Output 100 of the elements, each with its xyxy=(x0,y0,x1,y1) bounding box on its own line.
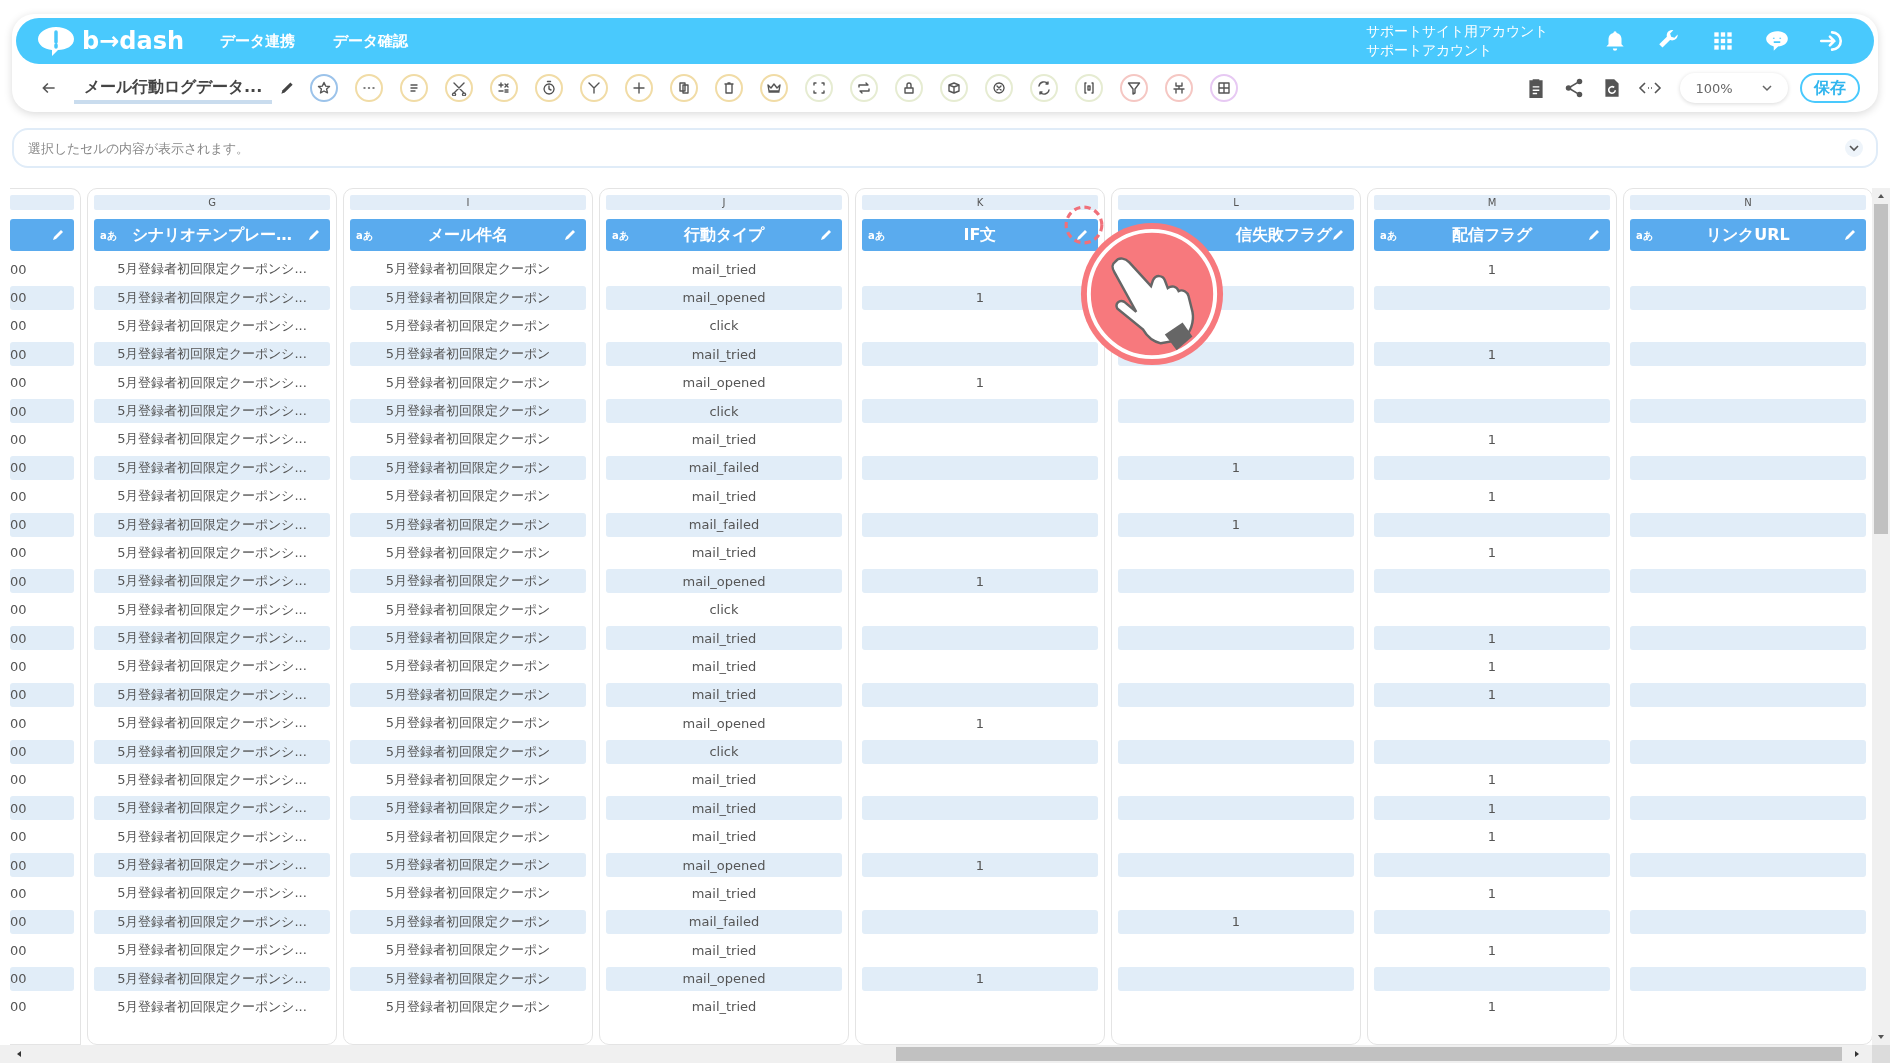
table-cell[interactable]: 00 xyxy=(10,460,27,476)
table-cell[interactable]: 5月登録者初回限定クーポンシ... xyxy=(117,657,307,676)
table-cell[interactable]: mail_tried xyxy=(691,658,757,674)
table-cell[interactable]: click xyxy=(709,403,739,419)
table-cell[interactable]: 00 xyxy=(10,630,27,646)
table-cell[interactable]: 1 xyxy=(1487,942,1497,958)
table-cell[interactable]: 00 xyxy=(10,687,27,703)
table-cell[interactable]: mail_tried xyxy=(691,630,757,646)
table-cell[interactable]: 1 xyxy=(1487,999,1497,1015)
table-cell[interactable]: 00 xyxy=(10,885,27,901)
plus-minus-icon[interactable] xyxy=(490,74,519,102)
table-cell[interactable]: 00 xyxy=(10,971,27,987)
table-cell[interactable]: click xyxy=(709,744,739,760)
table-cell[interactable]: 00 xyxy=(10,403,27,419)
table-cell[interactable]: 00 xyxy=(10,772,27,788)
timer-icon[interactable] xyxy=(535,74,564,102)
scroll-thumb[interactable] xyxy=(896,1047,1842,1061)
table-cell[interactable]: 1 xyxy=(1487,630,1497,646)
table-cell[interactable]: mail_failed xyxy=(688,460,760,476)
table-cell[interactable]: 1 xyxy=(1231,517,1241,533)
table-cell[interactable]: 5月登録者初回限定クーポンシ... xyxy=(117,600,307,619)
crown-icon[interactable] xyxy=(760,74,789,102)
table-cell[interactable]: 1 xyxy=(975,573,985,589)
plus-icon[interactable] xyxy=(625,74,654,102)
table-cell[interactable]: 1 xyxy=(1487,658,1497,674)
document-title[interactable]: メール行動ログデータ... xyxy=(74,76,273,104)
table-cell[interactable]: 00 xyxy=(10,261,27,277)
table-cell[interactable]: 00 xyxy=(10,602,27,618)
table-cell[interactable]: 1 xyxy=(975,715,985,731)
table-cell[interactable]: 1 xyxy=(1231,460,1241,476)
table-cell[interactable]: 1 xyxy=(1487,800,1497,816)
copy-icon[interactable] xyxy=(670,74,699,102)
table-cell[interactable]: 5月登録者初回限定クーポンシ... xyxy=(117,770,307,789)
table-cell[interactable]: 5月登録者初回限定クーポンシ... xyxy=(117,714,307,733)
lock-icon[interactable] xyxy=(895,74,924,102)
grid-icon[interactable] xyxy=(1210,74,1239,102)
table-cell[interactable]: 5月登録者初回限定クーポン xyxy=(385,714,551,733)
lines-icon[interactable] xyxy=(400,74,429,102)
table-cell[interactable]: mail_tried xyxy=(691,829,757,845)
table-cell[interactable]: 00 xyxy=(10,318,27,334)
table-cell[interactable]: 5月登録者初回限定クーポン xyxy=(385,430,551,449)
table-cell[interactable]: mail_failed xyxy=(688,517,760,533)
table-cell[interactable]: click xyxy=(709,318,739,334)
table-cell[interactable]: 1 xyxy=(975,857,985,873)
split-icon[interactable] xyxy=(1165,74,1194,102)
table-cell[interactable]: 00 xyxy=(10,517,27,533)
table-cell[interactable]: mail_tried xyxy=(691,346,757,362)
table-cell[interactable]: 1 xyxy=(1487,829,1497,845)
table-cell[interactable]: mail_tried xyxy=(691,942,757,958)
repeat-icon[interactable] xyxy=(850,74,879,102)
table-cell[interactable]: mail_tried xyxy=(691,999,757,1015)
table-cell[interactable]: mail_failed xyxy=(688,914,760,930)
table-cell[interactable]: 5月登録者初回限定クーポンシ... xyxy=(117,260,307,279)
table-cell[interactable]: 1 xyxy=(1487,431,1497,447)
table-cell[interactable]: 1 xyxy=(1487,346,1497,362)
table-cell[interactable]: 5月登録者初回限定クーポン xyxy=(385,884,551,903)
table-cell[interactable]: 1 xyxy=(1487,885,1497,901)
table-cell[interactable]: 1 xyxy=(1487,261,1497,277)
table-cell[interactable]: mail_opened xyxy=(682,375,766,391)
table-cell[interactable]: 1 xyxy=(975,375,985,391)
table-cell[interactable]: 5月登録者初回限定クーポン xyxy=(385,997,551,1016)
table-cell[interactable]: 5月登録者初回限定クーポンシ... xyxy=(117,827,307,846)
table-cell[interactable]: click xyxy=(709,602,739,618)
table-cell[interactable]: 5月登録者初回限定クーポン xyxy=(385,770,551,789)
table-cell[interactable]: 00 xyxy=(10,346,27,362)
horizontal-scrollbar[interactable] xyxy=(0,1045,1890,1063)
zoom-dropdown[interactable]: 100% xyxy=(1680,73,1788,103)
chevron-down-icon[interactable] xyxy=(1844,138,1864,158)
table-cell[interactable]: 5月登録者初回限定クーポン xyxy=(385,373,551,392)
table-cell[interactable]: 00 xyxy=(10,800,27,816)
table-cell[interactable]: 00 xyxy=(10,829,27,845)
table-cell[interactable]: 00 xyxy=(10,715,27,731)
table-cell[interactable]: 1 xyxy=(1487,687,1497,703)
table-cell[interactable]: 00 xyxy=(10,290,27,306)
table-cell[interactable]: 1 xyxy=(1487,772,1497,788)
table-cell[interactable]: 5月登録者初回限定クーポン xyxy=(385,827,551,846)
scissors-icon[interactable] xyxy=(445,74,474,102)
table-cell[interactable]: 5月登録者初回限定クーポン xyxy=(385,941,551,960)
table-cell[interactable]: 1 xyxy=(975,290,985,306)
table-cell[interactable]: 00 xyxy=(10,914,27,930)
table-cell[interactable]: 00 xyxy=(10,942,27,958)
expand-icon[interactable] xyxy=(805,74,834,102)
table-cell[interactable]: 5月登録者初回限定クーポン xyxy=(385,543,551,562)
table-cell[interactable]: 5月登録者初回限定クーポン xyxy=(385,600,551,619)
table-cell[interactable]: mail_tried xyxy=(691,261,757,277)
table-cell[interactable]: 5月登録者初回限定クーポン xyxy=(385,487,551,506)
table-cell[interactable]: 1 xyxy=(1487,545,1497,561)
table-cell[interactable]: 00 xyxy=(10,857,27,873)
trash-icon[interactable] xyxy=(715,74,744,102)
table-cell[interactable]: 00 xyxy=(10,545,27,561)
table-cell[interactable]: 5月登録者初回限定クーポンシ... xyxy=(117,941,307,960)
scroll-thumb[interactable] xyxy=(1874,204,1888,534)
table-cell[interactable]: 1 xyxy=(1487,488,1497,504)
table-cell[interactable]: 1 xyxy=(1231,914,1241,930)
table-cell[interactable]: mail_tried xyxy=(691,431,757,447)
cell-content-field[interactable]: 選択したセルの内容が表示されます。 xyxy=(12,128,1878,168)
table-cell[interactable]: 1 xyxy=(975,971,985,987)
table-cell[interactable]: 5月登録者初回限定クーポン xyxy=(385,260,551,279)
table-cell[interactable]: 5月登録者初回限定クーポンシ... xyxy=(117,430,307,449)
table-cell[interactable]: 00 xyxy=(10,744,27,760)
